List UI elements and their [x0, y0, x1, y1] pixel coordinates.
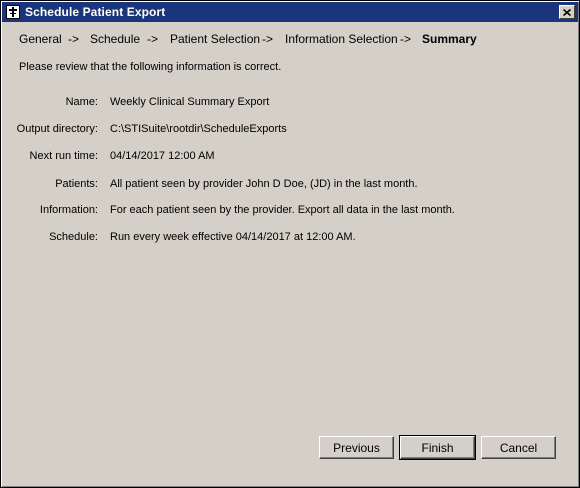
schedule-label: Schedule:: [49, 231, 98, 243]
patients-value: All patient seen by provider John D Doe,…: [110, 178, 418, 190]
next-run-time-value: 04/14/2017 12:00 AM: [110, 150, 215, 162]
finish-button[interactable]: Finish: [399, 435, 476, 460]
information-value: For each patient seen by the provider. E…: [110, 204, 455, 216]
breadcrumb-step-general: General: [19, 32, 62, 46]
patients-label: Patients:: [55, 178, 98, 190]
breadcrumb-step-information-selection: Information Selection: [285, 32, 398, 46]
schedule-value: Run every week effective 04/14/2017 at 1…: [110, 231, 356, 243]
output-directory-value: C:\STISuite\rootdir\ScheduleExports: [110, 123, 287, 135]
cancel-button[interactable]: Cancel: [481, 436, 556, 459]
close-icon: [563, 8, 571, 16]
app-icon: [6, 5, 20, 19]
intro-text: Please review that the following informa…: [19, 61, 282, 73]
name-label: Name:: [65, 96, 98, 108]
breadcrumb-separator: ->: [262, 32, 274, 46]
information-label: Information:: [39, 204, 98, 216]
breadcrumb-step-schedule: Schedule: [90, 32, 141, 46]
schedule-patient-export-dialog: Schedule Patient Export General -> Sched…: [0, 0, 580, 488]
previous-button[interactable]: Previous: [319, 436, 394, 459]
name-value: Weekly Clinical Summary Export: [110, 96, 270, 108]
breadcrumb-step-patient-selection: Patient Selection: [170, 32, 261, 46]
breadcrumb-separator: ->: [68, 32, 80, 46]
output-directory-label: Output directory:: [16, 123, 98, 135]
breadcrumb-separator: ->: [147, 32, 159, 46]
breadcrumb-step-summary: Summary: [422, 32, 477, 46]
breadcrumb-separator: ->: [400, 32, 412, 46]
title-bar[interactable]: Schedule Patient Export: [2, 2, 578, 22]
close-button[interactable]: [559, 5, 575, 19]
next-run-time-label: Next run time:: [29, 150, 98, 162]
window-title: Schedule Patient Export: [25, 5, 166, 19]
